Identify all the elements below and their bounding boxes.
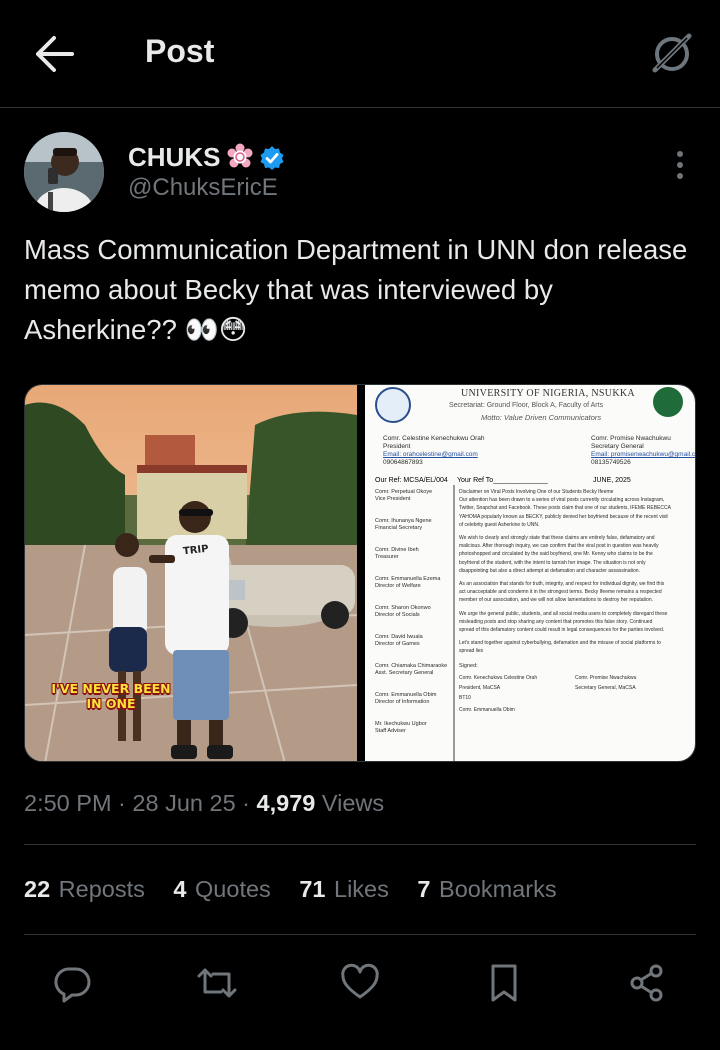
memo-officer: Comr. Emmanuella Obim Director of Informa… (375, 692, 437, 705)
memo-officer: Comr. Chiamaka Chimaraoke Asst. Secretary… (375, 663, 448, 676)
memo-officer: Comr. Sharon Okonwo Director of Socials (375, 605, 431, 618)
photo-caption: I'VE NEVER BEEN IN ONE (51, 681, 171, 711)
memo-officer: Comr. Perpetual Okoye Vice President (375, 489, 433, 502)
stat-likes[interactable]: 71 Likes (299, 876, 389, 902)
divider (24, 934, 696, 935)
post-time: 2:50 PM (24, 790, 112, 816)
memo-signatory-left: Comr. Kenechukwu Celestine Orah (459, 675, 538, 682)
memo-column-rule (453, 485, 455, 761)
share-icon[interactable] (626, 962, 668, 1004)
memo-body-line: photoshopped and circulated by the said … (459, 551, 653, 558)
memo-body-line: malicious. After thorough inquiry, we ca… (459, 543, 659, 550)
memo-body-line: member of our association, and we will n… (459, 597, 653, 604)
grok-icon[interactable] (648, 30, 696, 78)
memo-your-ref: Your Ref To______________ (457, 477, 548, 484)
verified-badge-icon[interactable] (258, 144, 286, 172)
memo-officer: Comr. David Iwuala Director of Games (375, 634, 423, 647)
view-count[interactable]: 4,979 (257, 790, 316, 816)
memo-motto: Motto: Value Driven Communicators (481, 413, 602, 422)
like-icon[interactable] (339, 962, 381, 1004)
memo-body-line: We urge the general public, students, an… (459, 610, 668, 617)
bookmark-icon[interactable] (483, 962, 525, 1004)
memo-body-line: Our attention has been drawn to a series… (459, 497, 665, 504)
tweet-text: Mass Communication Department in UNN don… (24, 234, 688, 345)
more-options-icon[interactable] (672, 150, 688, 180)
reply-icon[interactable] (51, 962, 93, 1004)
memo-officer: Comr. Emmanuella Ezema Director of Welfar… (375, 576, 441, 589)
media-grid[interactable]: TRIP I'VE NEVER BEEN IN ONE UNIVERSITY O… (24, 384, 696, 762)
memo-secretariat: Secretariat: Ground Floor, Block A, Facu… (449, 402, 604, 409)
memo-our-ref: Our Ref: MCSA/EL/004 (375, 477, 448, 484)
memo-body-line: YAHOMA popularly known as BECKY, publicl… (459, 513, 668, 520)
stat-bookmarks[interactable]: 7 Bookmarks (417, 876, 556, 902)
display-name[interactable]: CHUKS (128, 142, 220, 173)
memo-body-line: of celebrity guest Asherkine to UNN. (459, 521, 540, 528)
memo-president: Comr. Celestine Kenechukwu Orah President… (383, 435, 485, 466)
memo-signed-label: Signed: (459, 663, 478, 670)
memo-officer: Mr. Ikechukwu Ugbor Staff Adviser (375, 721, 427, 734)
stat-reposts[interactable]: 22 Reposts (24, 876, 145, 902)
memo-document[interactable]: UNIVERSITY OF NIGERIA, NSUKKA Secretaria… (365, 385, 696, 761)
views-label: Views (321, 790, 385, 816)
memo-body-line: Let's stand together against cyberbullyi… (459, 640, 661, 647)
memo-signatory-right: Secretary General, MaCSA (575, 685, 636, 692)
handle[interactable]: @ChuksEricE (128, 174, 278, 202)
memo-signatory-extra: Comr. Emmanuella Obim (459, 707, 515, 714)
memo-body-line: We wish to clearly and strongly state th… (459, 535, 655, 541)
memo-officer: Comr. Ihunanya Ngene Financial Secretary (375, 518, 432, 531)
university-logo (375, 387, 411, 423)
memo-body-line: spread of this defamatory content could … (459, 627, 665, 633)
memo-date: JUNE, 2025 (593, 477, 631, 484)
post-date: 28 Jun 25 (132, 790, 236, 816)
memo-body-line: boyfriend of the student, with the inten… (459, 559, 646, 566)
stat-quotes[interactable]: 4 Quotes (173, 876, 270, 902)
page-title: Post (145, 33, 215, 69)
memo-signatory-left: President, MaCSA (459, 685, 501, 692)
memo-body-line: As an association that stands for truth,… (459, 581, 665, 587)
post-meta: 2:50 PM · 28 Jun 25 · 4,979 Views (24, 790, 385, 816)
memo-body-line: disappointing but also a direct attempt … (459, 567, 640, 574)
flower-badge-icon (226, 143, 254, 171)
arrow-left-icon[interactable] (34, 34, 76, 74)
top-bar: Post (0, 0, 720, 108)
memo-body-line: Disclaimer on Viral Posts Involving One … (459, 489, 614, 495)
street-interview-photo[interactable]: TRIP I'VE NEVER BEEN IN ONE (25, 385, 358, 761)
divider (24, 844, 696, 845)
memo-signatory-left: BT10 (459, 695, 471, 702)
memo-body-line: act unacceptable and condemn it in the s… (459, 589, 662, 596)
memo-body-line: Twitter, Snapchat and Facebook. These po… (459, 505, 671, 512)
engagement-stats: 22 Reposts 4 Quotes 71 Likes 7 Bookmarks (24, 876, 579, 903)
avatar[interactable] (24, 132, 104, 212)
repost-icon[interactable] (196, 962, 238, 1004)
association-logo (653, 387, 683, 417)
memo-university: UNIVERSITY OF NIGERIA, NSUKKA (461, 388, 635, 399)
media-divider (357, 385, 365, 761)
memo-officer: Comr. Divine Ibeh Treasurer (375, 547, 419, 560)
memo-signatory-right: Comr. Promise Nwachukwu (575, 675, 637, 682)
memo-body-line: misleading posts and stop sharing any co… (459, 618, 653, 625)
memo-body-line: spread lies (459, 648, 484, 655)
memo-secretary: Comr. Promise Nwachukwu Secretary General… (591, 435, 696, 466)
